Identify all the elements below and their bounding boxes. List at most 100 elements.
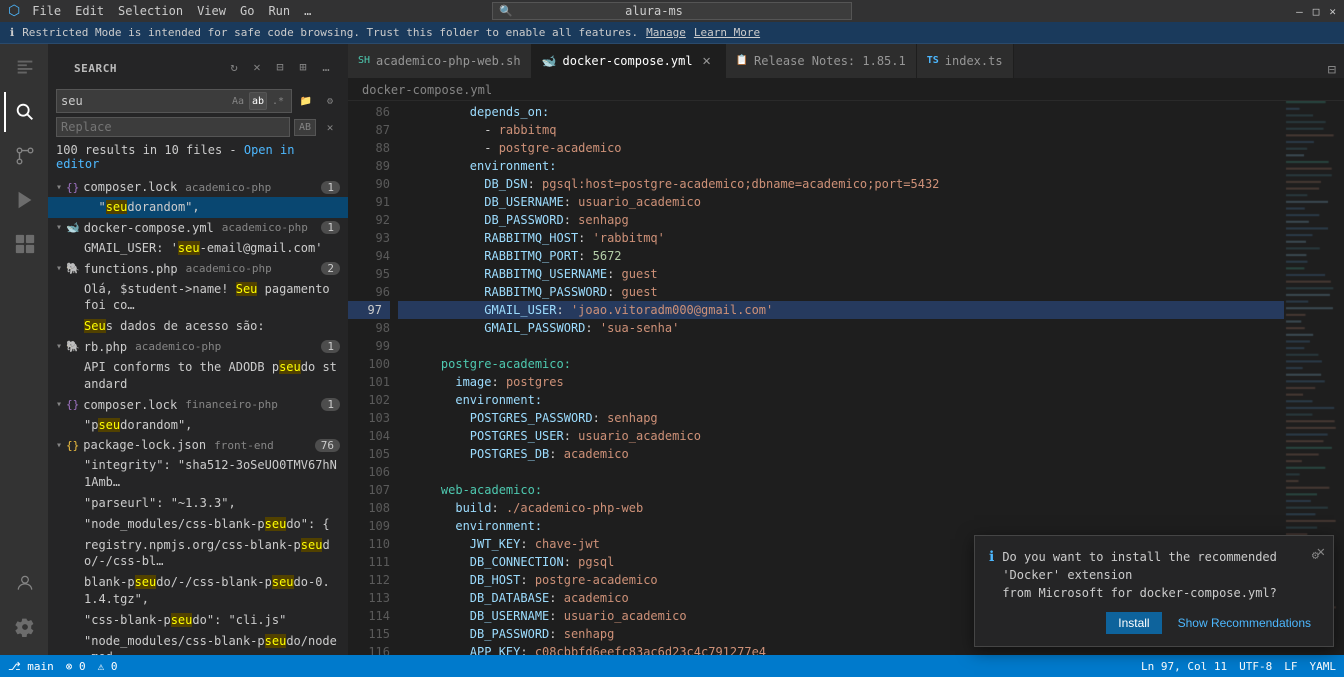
search-icons: Aa ab .*: [229, 92, 287, 110]
match-item[interactable]: "parseurl": "~1.3.3",: [48, 493, 348, 514]
match-text: "pseudorandom",: [84, 417, 192, 434]
activity-explorer[interactable]: [4, 48, 44, 88]
match-item[interactable]: GMAIL_USER: 'seu-email@gmail.com': [48, 238, 348, 259]
code-line: [398, 337, 1284, 355]
refresh-btn[interactable]: ↻: [224, 57, 244, 77]
file-header-composer-academico[interactable]: ▾ {} composer.lock academico-php 1: [48, 177, 348, 197]
file-path: academico-php: [222, 221, 308, 234]
learn-more-link[interactable]: Learn More: [694, 26, 760, 39]
match-word-btn[interactable]: ab: [249, 92, 267, 110]
match-item[interactable]: Olá, $student->name! Seu pagamento foi c…: [48, 279, 348, 317]
activity-settings[interactable]: [4, 607, 44, 647]
match-item[interactable]: API conforms to the ADODB pseudo standar…: [48, 357, 348, 395]
file-header-rb[interactable]: ▾ 🐘 rb.php academico-php 1: [48, 337, 348, 357]
toggle-replace-btn[interactable]: …: [316, 57, 336, 77]
title-bar-search-text: alura-ms: [625, 4, 683, 18]
tab-close-btn[interactable]: ✕: [699, 53, 715, 69]
tab-academico-sh[interactable]: SH academico-php-web.sh: [348, 44, 532, 78]
code-line: - postgre-academico: [398, 139, 1284, 157]
errors-count[interactable]: ⊗ 0: [66, 660, 86, 673]
code-line: POSTGRES_DB: academico: [398, 445, 1284, 463]
close-icon[interactable]: ✕: [1329, 5, 1336, 18]
notification-text: Do you want to install the recommended '…: [1002, 548, 1303, 602]
match-item[interactable]: "css-blank-pseudo": "cli.js": [48, 610, 348, 631]
php-file-icon: 🐘: [66, 262, 80, 275]
code-line: postgre-academico:: [398, 355, 1284, 373]
file-type-icon: {}: [66, 181, 79, 194]
results-list: ▾ {} composer.lock academico-php 1 "seud…: [48, 177, 348, 655]
match-case-btn[interactable]: Aa: [229, 92, 247, 110]
notification-close-btn[interactable]: ✕: [1317, 544, 1325, 560]
menu-view[interactable]: View: [197, 4, 226, 18]
search-icon: 🔍: [499, 5, 513, 18]
dismiss-icon[interactable]: ✕: [324, 199, 340, 215]
notification-header: ℹ Do you want to install the recommended…: [989, 548, 1319, 602]
search-input[interactable]: seu: [61, 94, 229, 108]
match-count: 1: [321, 221, 340, 234]
menu-more[interactable]: …: [304, 4, 311, 18]
match-count: 1: [321, 181, 340, 194]
match-item[interactable]: "node_modules/css-blank-pseudo": {: [48, 514, 348, 535]
menu-file[interactable]: File: [32, 4, 61, 18]
docker-notification-popup: ℹ Do you want to install the recommended…: [974, 535, 1334, 647]
cursor-position[interactable]: Ln 97, Col 11: [1141, 660, 1227, 673]
use-regex-btn[interactable]: .*: [269, 92, 287, 110]
info-icon: ℹ: [989, 549, 994, 565]
match-item[interactable]: registry.npmjs.org/css-blank-pseudo/-/cs…: [48, 535, 348, 573]
file-header-docker-compose[interactable]: ▾ 🐋 docker-compose.yml academico-php 1: [48, 218, 348, 238]
tab-bar: SH academico-php-web.sh 🐋 docker-compose…: [348, 44, 1344, 79]
search-bar[interactable]: 🔍 alura-ms: [492, 2, 852, 20]
preserve-case-btn[interactable]: AB: [294, 119, 316, 136]
file-header-composer-financeiro[interactable]: ▾ {} composer.lock financeiro-php 1: [48, 395, 348, 415]
menu-edit[interactable]: Edit: [75, 4, 104, 18]
tab-docker-compose[interactable]: 🐋 docker-compose.yml ✕: [532, 44, 726, 78]
code-line: image: postgres: [398, 373, 1284, 391]
tab-release-notes[interactable]: 📋 Release Notes: 1.85.1: [726, 44, 917, 78]
activity-search[interactable]: [4, 92, 44, 132]
show-recommendations-button[interactable]: Show Recommendations: [1170, 612, 1319, 634]
replace-close-btn[interactable]: ✕: [320, 117, 340, 137]
activity-account[interactable]: [4, 563, 44, 603]
file-header-package-lock[interactable]: ▾ {} package-lock.json front-end 76: [48, 435, 348, 455]
match-item[interactable]: "node_modules/css-blank-pseudo/node_mod…: [48, 631, 348, 655]
notification-actions: Install Show Recommendations: [989, 612, 1319, 634]
maximize-icon[interactable]: □: [1313, 5, 1320, 18]
minimize-icon[interactable]: —: [1296, 5, 1303, 18]
menu-go[interactable]: Go: [240, 4, 254, 18]
match-item[interactable]: "seudorandom", ⚙ ✕: [48, 197, 348, 218]
activity-extensions[interactable]: [4, 224, 44, 264]
replace-input-wrapper[interactable]: [56, 117, 290, 137]
editor-layout-btn[interactable]: ⊟: [1320, 62, 1344, 78]
rename-icon[interactable]: ⚙: [306, 199, 322, 215]
menu-run[interactable]: Run: [268, 4, 290, 18]
file-group-docker-compose: ▾ 🐋 docker-compose.yml academico-php 1 G…: [48, 218, 348, 259]
file-actions-btn[interactable]: 📁: [296, 91, 316, 111]
match-item[interactable]: blank-pseudo/-/css-blank-pseudo-0.1.4.tg…: [48, 572, 348, 610]
match-item[interactable]: "pseudorandom",: [48, 415, 348, 436]
settings-search-btn[interactable]: ⚙: [320, 91, 340, 111]
match-item[interactable]: Seus dados de acesso são:: [48, 316, 348, 337]
activity-source-control[interactable]: [4, 136, 44, 176]
match-item[interactable]: "integrity": "sha512-3oSeUO0TMV67hN1Amb…: [48, 455, 348, 493]
menu-selection[interactable]: Selection: [118, 4, 183, 18]
file-header-functions[interactable]: ▾ 🐘 functions.php academico-php 2: [48, 259, 348, 279]
activity-run-debug[interactable]: [4, 180, 44, 220]
replace-input[interactable]: [61, 120, 285, 134]
file-encoding[interactable]: UTF-8: [1239, 660, 1272, 673]
warnings-count[interactable]: ⚠ 0: [98, 660, 118, 673]
collapse-all-btn[interactable]: ⊟: [270, 57, 290, 77]
tab-index-ts[interactable]: TS index.ts: [917, 44, 1014, 78]
clear-results-btn[interactable]: ✕: [247, 57, 267, 77]
code-line: RABBITMQ_USERNAME: guest: [398, 265, 1284, 283]
git-branch[interactable]: ⎇ main: [8, 660, 54, 673]
line-ending[interactable]: LF: [1284, 660, 1297, 673]
language-mode[interactable]: YAML: [1310, 660, 1337, 673]
file-path: financeiro-php: [185, 398, 278, 411]
search-input-wrapper[interactable]: seu Aa ab .*: [56, 89, 292, 113]
file-group-package-lock: ▾ {} package-lock.json front-end 76 "int…: [48, 435, 348, 655]
install-extension-button[interactable]: Install: [1106, 612, 1161, 634]
manage-link[interactable]: Manage: [646, 26, 686, 39]
match-count: 76: [315, 439, 340, 452]
file-name: composer.lock: [83, 398, 177, 412]
open-new-editor-btn[interactable]: ⊞: [293, 57, 313, 77]
